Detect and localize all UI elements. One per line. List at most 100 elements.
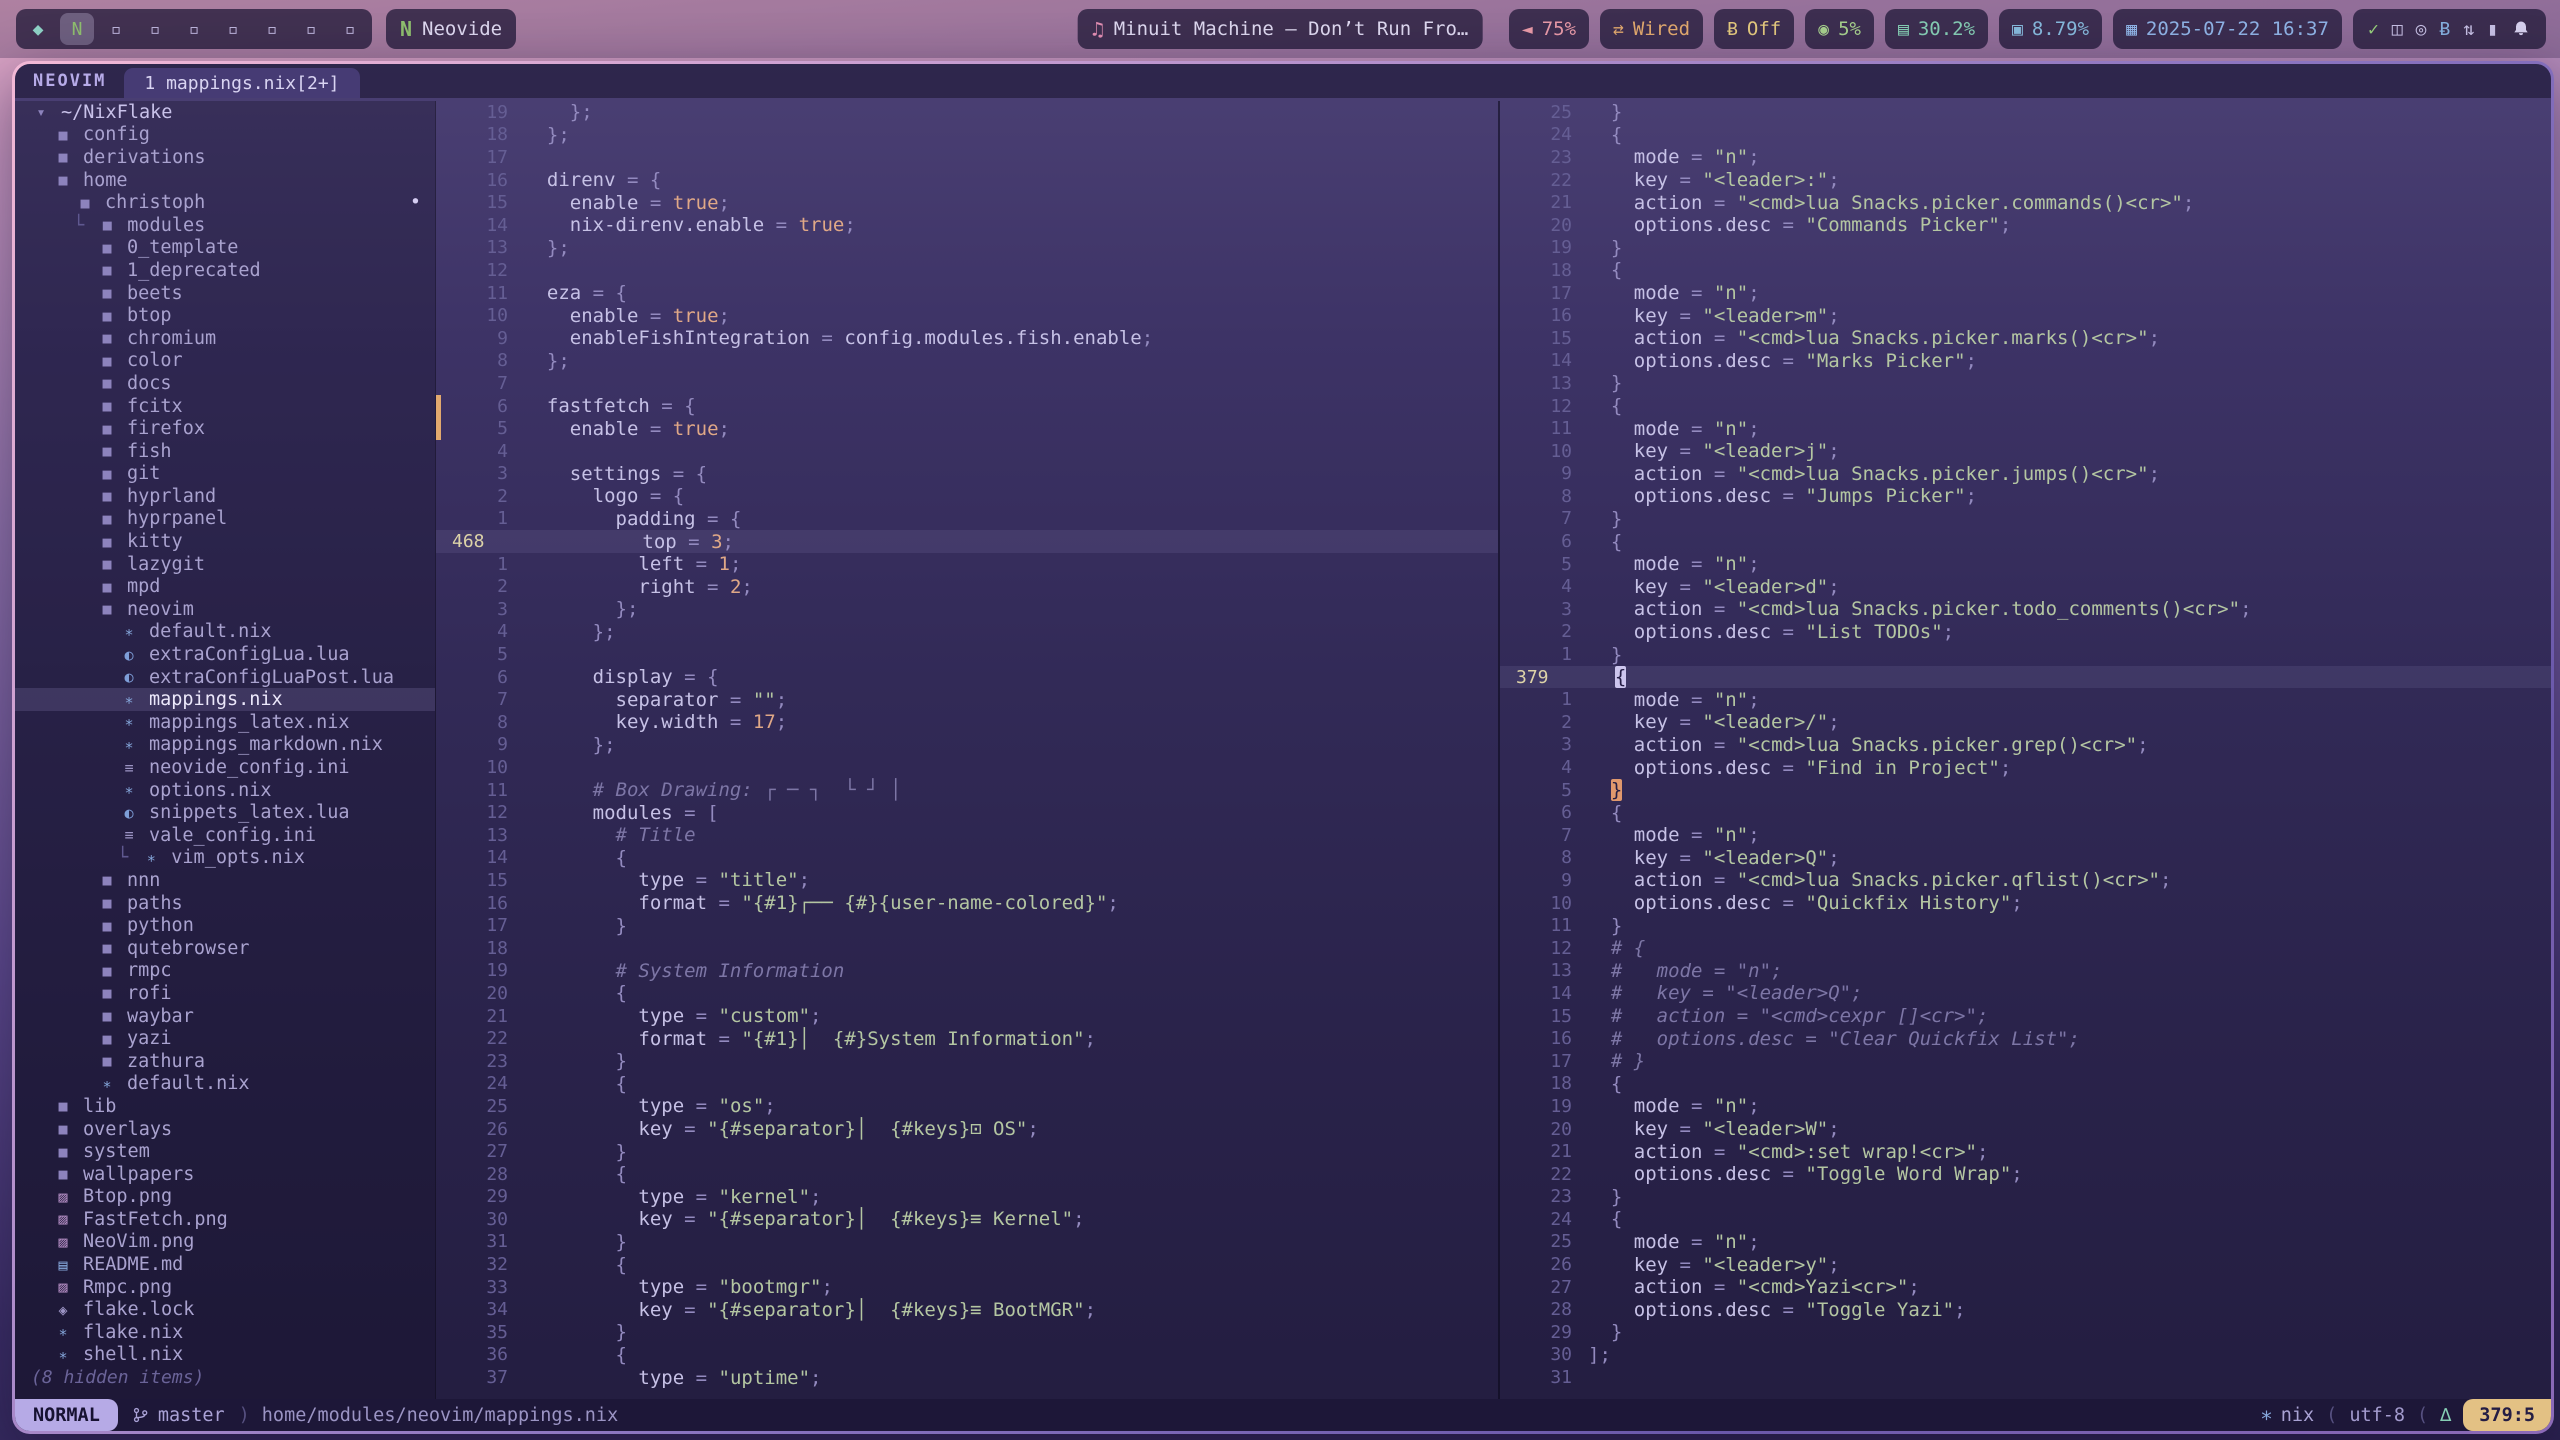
tree-item-overlays[interactable]: ■overlays bbox=[15, 1118, 435, 1141]
code-line[interactable]: 6 { bbox=[1500, 801, 2551, 824]
code-line[interactable]: 10 enable = true; bbox=[436, 304, 1498, 327]
code-line[interactable]: 1 mode = "n"; bbox=[1500, 688, 2551, 711]
code-line[interactable]: 20 { bbox=[436, 982, 1498, 1005]
code-line[interactable]: 23 } bbox=[436, 1050, 1498, 1073]
code-line[interactable]: 21 type = "custom"; bbox=[436, 1005, 1498, 1028]
tree-item-derivations[interactable]: ■derivations bbox=[15, 146, 435, 169]
tree-item-extraconfigluapost-lua[interactable]: ◐extraConfigLuaPost.lua bbox=[15, 666, 435, 689]
tree-item-beets[interactable]: ■beets bbox=[15, 282, 435, 305]
display-icon[interactable]: ◫ bbox=[2392, 19, 2403, 40]
code-line[interactable]: 24 { bbox=[436, 1073, 1498, 1096]
code-line[interactable]: 23 } bbox=[1500, 1186, 2551, 1209]
code-line[interactable]: 14 nix-direnv.enable = true; bbox=[436, 214, 1498, 237]
code-line[interactable]: 13 # Title bbox=[436, 824, 1498, 847]
code-line[interactable]: 19 # System Information bbox=[436, 960, 1498, 983]
verified-icon[interactable]: ✓ bbox=[2368, 19, 2379, 40]
tree-item-fastfetch-png[interactable]: ▨FastFetch.png bbox=[15, 1208, 435, 1231]
code-line[interactable]: 1 } bbox=[1500, 643, 2551, 666]
code-line[interactable]: 36 { bbox=[436, 1344, 1498, 1367]
code-line[interactable]: 15 enable = true; bbox=[436, 191, 1498, 214]
tree-item-python[interactable]: ■python bbox=[15, 914, 435, 937]
code-line[interactable]: 22 key = "<leader>:"; bbox=[1500, 169, 2551, 192]
tree-item-config[interactable]: ■config bbox=[15, 124, 435, 147]
code-line[interactable]: 18 { bbox=[1500, 259, 2551, 282]
code-line[interactable]: 21 action = "<cmd>lua Snacks.picker.comm… bbox=[1500, 191, 2551, 214]
code-line[interactable]: 16 key = "<leader>m"; bbox=[1500, 304, 2551, 327]
code-line[interactable]: 34 key = "{#separator}│ {#keys}≡ BootMGR… bbox=[436, 1298, 1498, 1321]
code-line[interactable]: 29 type = "kernel"; bbox=[436, 1186, 1498, 1209]
tree-item-fcitx[interactable]: ■fcitx bbox=[15, 395, 435, 418]
tree-item-color[interactable]: ■color bbox=[15, 350, 435, 373]
bluetooth-tray-icon[interactable]: Ƀ bbox=[2439, 19, 2450, 40]
cpu-module[interactable]: ◉5% bbox=[1805, 9, 1874, 49]
code-line[interactable]: 11 # Box Drawing: ┌ ─ ┐ └ ┘ │ bbox=[436, 779, 1498, 802]
code-line[interactable]: 20 key = "<leader>W"; bbox=[1500, 1118, 2551, 1141]
tree-item-rmpc-png[interactable]: ▨Rmpc.png bbox=[15, 1276, 435, 1299]
tree-item-lib[interactable]: ■lib bbox=[15, 1095, 435, 1118]
clock-module[interactable]: ▦2025-07-22 16:37 bbox=[2113, 9, 2342, 49]
code-line[interactable]: 1 left = 1; bbox=[436, 553, 1498, 576]
tree-item-system[interactable]: ■system bbox=[15, 1140, 435, 1163]
tree-item-mappings-nix[interactable]: ∗mappings.nix bbox=[15, 688, 435, 711]
workspace-9[interactable]: ▫ bbox=[333, 13, 367, 45]
code-line[interactable]: 1 padding = { bbox=[436, 508, 1498, 531]
code-line[interactable]: 13 }; bbox=[436, 237, 1498, 260]
tree-item-nnn[interactable]: ■nnn bbox=[15, 869, 435, 892]
code-line[interactable]: 4 key = "<leader>d"; bbox=[1500, 575, 2551, 598]
disk-module[interactable]: ▣8.79% bbox=[1999, 9, 2102, 49]
code-line[interactable]: 16 # options.desc = "Clear Quickfix List… bbox=[1500, 1027, 2551, 1050]
tree-item-home[interactable]: ■home bbox=[15, 169, 435, 192]
editor-pane-left[interactable]: 19 };18 };1716 direnv = {15 enable = tru… bbox=[436, 101, 1500, 1399]
workspace-5[interactable]: ▫ bbox=[177, 13, 211, 45]
code-line[interactable]: 2 key = "<leader>/"; bbox=[1500, 711, 2551, 734]
workspace-2[interactable]: N bbox=[60, 13, 94, 45]
code-line[interactable]: 3 action = "<cmd>lua Snacks.picker.grep(… bbox=[1500, 734, 2551, 757]
code-line[interactable]: 10 key = "<leader>j"; bbox=[1500, 440, 2551, 463]
bluetooth-module[interactable]: ɃOff bbox=[1714, 9, 1794, 49]
code-line[interactable]: 17 mode = "n"; bbox=[1500, 282, 2551, 305]
code-line[interactable]: 11 } bbox=[1500, 914, 2551, 937]
tree-item-neovim-png[interactable]: ▨NeoVim.png bbox=[15, 1231, 435, 1254]
tree-item-christoph[interactable]: ■christoph• bbox=[15, 191, 435, 214]
code-line[interactable]: 18 { bbox=[1500, 1073, 2551, 1096]
code-line[interactable]: 6 display = { bbox=[436, 666, 1498, 689]
code-line[interactable]: 35 } bbox=[436, 1321, 1498, 1344]
code-line[interactable]: 9 action = "<cmd>lua Snacks.picker.qflis… bbox=[1500, 869, 2551, 892]
tree-item-chromium[interactable]: ■chromium bbox=[15, 327, 435, 350]
code-line[interactable]: 21 action = "<cmd>:set wrap!<cr>"; bbox=[1500, 1140, 2551, 1163]
tree-item-git[interactable]: ■git bbox=[15, 463, 435, 486]
code-line[interactable]: 12 # { bbox=[1500, 937, 2551, 960]
tree-item-btop-png[interactable]: ▨Btop.png bbox=[15, 1186, 435, 1209]
code-line[interactable]: 8 key = "<leader>Q"; bbox=[1500, 847, 2551, 870]
tree-item-shell-nix[interactable]: ∗shell.nix bbox=[15, 1344, 435, 1367]
code-line[interactable]: 7 separator = ""; bbox=[436, 688, 1498, 711]
code-line[interactable]: 10 options.desc = "Quickfix History"; bbox=[1500, 892, 2551, 915]
code-line[interactable]: 12 bbox=[436, 259, 1498, 282]
tree-item-hyprpanel[interactable]: ■hyprpanel bbox=[15, 508, 435, 531]
code-line[interactable]: 14 # key = "<leader>Q"; bbox=[1500, 982, 2551, 1005]
code-line[interactable]: 9 action = "<cmd>lua Snacks.picker.jumps… bbox=[1500, 463, 2551, 486]
code-line[interactable]: 13 # mode = "n"; bbox=[1500, 960, 2551, 983]
code-line[interactable]: 22 format = "{#1}│ {#}System Information… bbox=[436, 1027, 1498, 1050]
code-line[interactable]: 30]; bbox=[1500, 1344, 2551, 1367]
code-line[interactable]: 3 action = "<cmd>lua Snacks.picker.todo_… bbox=[1500, 598, 2551, 621]
code-line[interactable]: 7 bbox=[436, 372, 1498, 395]
code-line[interactable]: 20 options.desc = "Commands Picker"; bbox=[1500, 214, 2551, 237]
code-line[interactable]: 26 key = "<leader>y"; bbox=[1500, 1253, 2551, 1276]
code-line[interactable]: 16 format = "{#1}┌── {#}{user-name-color… bbox=[436, 892, 1498, 915]
tree-item-yazi[interactable]: ■yazi bbox=[15, 1027, 435, 1050]
code-line[interactable]: 29 } bbox=[1500, 1321, 2551, 1344]
network-tray-icon[interactable]: ⇅ bbox=[2463, 19, 2474, 40]
code-line[interactable]: 2 logo = { bbox=[436, 485, 1498, 508]
tree-item-wallpapers[interactable]: ■wallpapers bbox=[15, 1163, 435, 1186]
code-line[interactable]: 15 action = "<cmd>lua Snacks.picker.mark… bbox=[1500, 327, 2551, 350]
tree-item-docs[interactable]: ■docs bbox=[15, 372, 435, 395]
code-line[interactable]: 14 { bbox=[436, 847, 1498, 870]
tab-mappings-nix[interactable]: 1 mappings.nix[2+] bbox=[124, 68, 359, 98]
code-line[interactable]: 2 right = 2; bbox=[436, 575, 1498, 598]
code-line[interactable]: 12 modules = [ bbox=[436, 801, 1498, 824]
code-line[interactable]: 5 bbox=[436, 643, 1498, 666]
code-line[interactable]: 17 # } bbox=[1500, 1050, 2551, 1073]
code-line[interactable]: 27 action = "<cmd>Yazi<cr>"; bbox=[1500, 1276, 2551, 1299]
code-line[interactable]: 8 options.desc = "Jumps Picker"; bbox=[1500, 485, 2551, 508]
